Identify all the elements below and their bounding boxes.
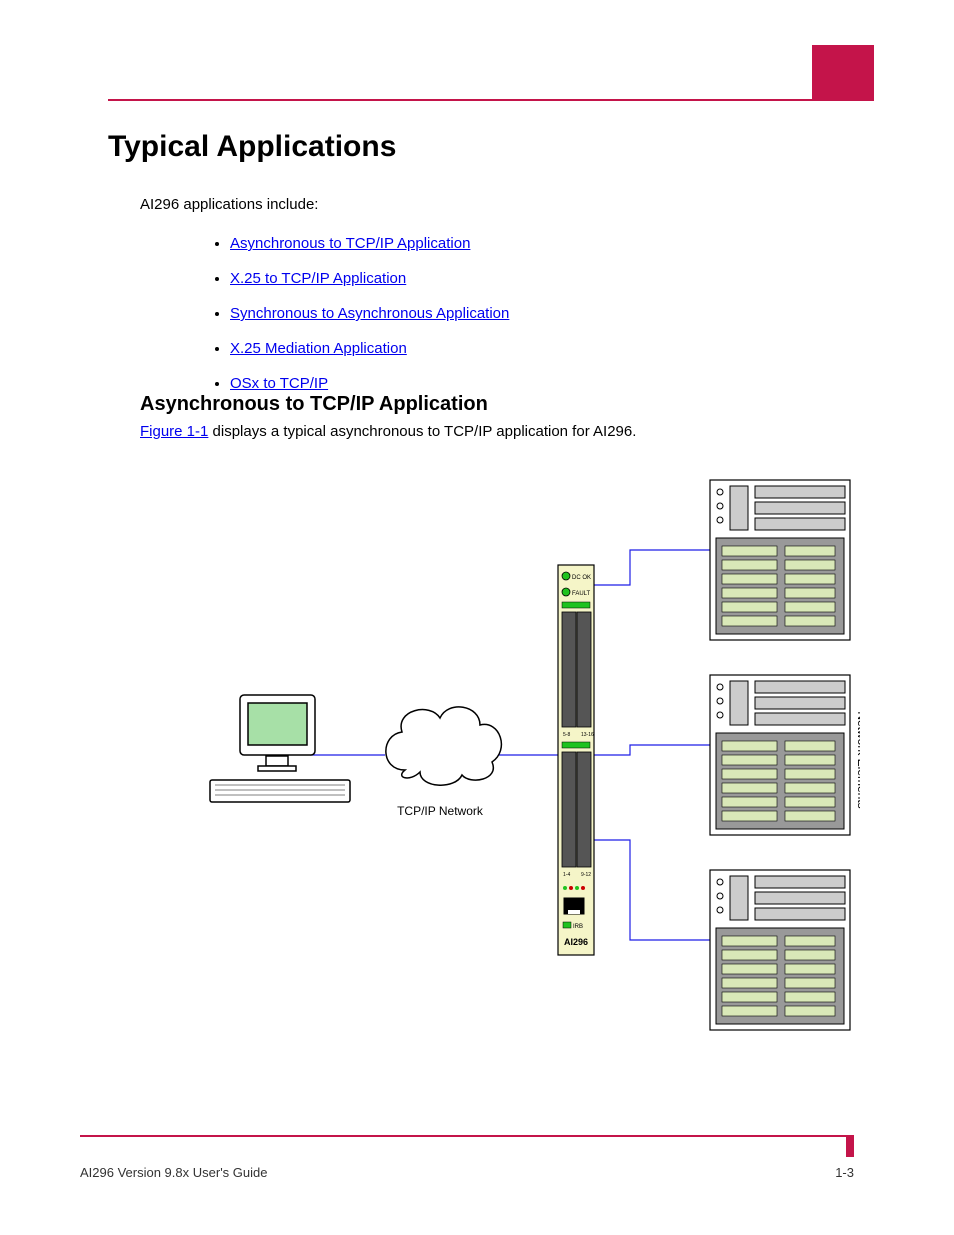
- link-x25-mediation[interactable]: X.25 Mediation Application: [230, 340, 407, 357]
- network-diagram: TCP/IP Network DC OK FAULT 13-16 5-8 9-1…: [180, 470, 860, 1050]
- network-elements-label: Network Elements: [855, 711, 860, 808]
- terminal-icon: [210, 695, 350, 802]
- ports-1-4: 1-4: [563, 872, 570, 878]
- bullet-item: X.25 Mediation Application: [230, 340, 509, 357]
- ports-5-8: 5-8: [563, 732, 570, 738]
- intro-text: AI296 applications include:: [140, 195, 844, 215]
- link-sync-async[interactable]: Synchronous to Asynchronous Application: [230, 305, 509, 322]
- link-x25-tcpip[interactable]: X.25 to TCP/IP Application: [230, 270, 406, 287]
- network-element-2: [710, 675, 850, 835]
- bullet-item: X.25 to TCP/IP Application: [230, 270, 509, 287]
- ports-9-12: 9-12: [581, 872, 591, 878]
- bottom-accent: [846, 1135, 854, 1157]
- irb-label: IRB: [573, 924, 583, 930]
- cloud-icon: TCP/IP Network: [386, 707, 502, 818]
- top-accent-box: [812, 45, 874, 99]
- cloud-label: TCP/IP Network: [397, 804, 484, 818]
- footer-right: 1-3: [835, 1165, 854, 1180]
- page-title: Typical Applications: [108, 130, 396, 164]
- bottom-rule: [80, 1135, 854, 1137]
- section-title: Asynchronous to TCP/IP Application: [140, 393, 488, 416]
- figure-ref-text: displays a typical asynchronous to TCP/I…: [208, 423, 636, 440]
- network-element-3: [710, 870, 850, 1030]
- figure-link[interactable]: Figure 1-1: [140, 423, 208, 440]
- footer-left: AI296 Version 9.8x User's Guide: [80, 1165, 267, 1180]
- page: Typical Applications AI296 applications …: [0, 0, 954, 1235]
- bullet-item: Synchronous to Asynchronous Application: [230, 305, 509, 322]
- network-element-1: [710, 480, 850, 640]
- ports-13-16: 13-16: [581, 732, 594, 738]
- fault-label: FAULT: [572, 591, 591, 597]
- top-rule: [108, 99, 874, 101]
- ai296-device: DC OK FAULT 13-16 5-8 9-12 1-4: [558, 565, 594, 955]
- connection-lines: [310, 550, 710, 940]
- bullet-list: Asynchronous to TCP/IP Application X.25 …: [190, 235, 509, 410]
- figure-reference: Figure 1-1 displays a typical asynchrono…: [140, 423, 636, 440]
- device-model: AI296: [564, 937, 588, 947]
- link-async-tcpip[interactable]: Asynchronous to TCP/IP Application: [230, 235, 470, 252]
- link-osx-tcpip[interactable]: OSx to TCP/IP: [230, 375, 328, 392]
- bullet-item: OSx to TCP/IP: [230, 375, 509, 392]
- network-elements-brace: Network Elements: [855, 711, 860, 808]
- dc-ok-label: DC OK: [572, 575, 591, 581]
- bullet-item: Asynchronous to TCP/IP Application: [230, 235, 509, 252]
